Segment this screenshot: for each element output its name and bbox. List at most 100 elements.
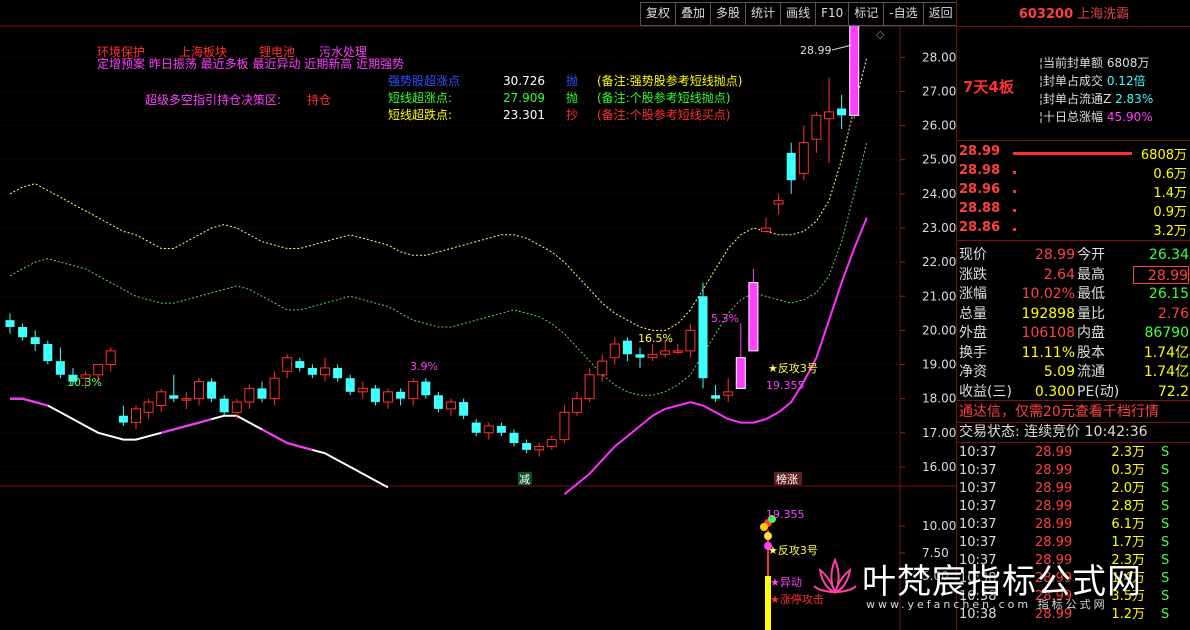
- toolbar-button-4[interactable]: 画线: [781, 3, 817, 25]
- quote-label: 外盘: [959, 325, 987, 341]
- price-axis-label: 17.00: [922, 426, 956, 440]
- candle-body: [597, 360, 608, 376]
- candle-body: [269, 377, 280, 400]
- candle-body: [433, 395, 443, 409]
- stock-name: 上海洗霸: [1077, 7, 1130, 22]
- quote-value: 192898: [1021, 305, 1075, 322]
- status-time: 10:42:36: [1084, 424, 1148, 440]
- signal-row-value: 23.301: [503, 108, 545, 122]
- quote-label: 内盘: [1077, 325, 1105, 341]
- candle-body: [307, 367, 317, 375]
- seal-row: ¦十日总涨幅 45.90%: [1039, 108, 1189, 125]
- candle-body: [584, 374, 595, 400]
- toolbar-button-3[interactable]: 统计: [746, 3, 782, 25]
- stock-code: 603200: [1018, 7, 1074, 22]
- price-axis-label: 24.00: [922, 187, 956, 201]
- tick-side: S: [1161, 517, 1170, 532]
- tick-side: S: [1161, 445, 1170, 460]
- feature-tags: 定增预案 昨日振荡 最近多板 最近异动 近期新高 近期强势: [97, 56, 404, 71]
- candle-body: [698, 296, 708, 379]
- tick-price: 28.99: [1035, 481, 1073, 496]
- candle-body: [333, 367, 343, 379]
- toolbar-button-0[interactable]: 复权: [641, 3, 677, 25]
- candle-body: [811, 114, 822, 140]
- candle-body: [773, 200, 784, 205]
- orderbook-volume: 3.2万: [1153, 224, 1187, 239]
- lotus-logo-icon: [813, 557, 857, 595]
- toolbar-button-6[interactable]: 标记: [849, 3, 885, 25]
- quote-label: 总量: [959, 305, 987, 322]
- quote-value: 86790: [1144, 325, 1189, 341]
- candle-body: [219, 398, 229, 413]
- toolbar-button-8[interactable]: 返回: [924, 3, 958, 25]
- orderbook-price: 28.86: [959, 220, 1001, 235]
- candle-body: [396, 391, 406, 399]
- candle-body: [534, 445, 545, 451]
- signal-row-value: 30.726: [503, 74, 545, 88]
- kline-chart[interactable]: 28.00 27.00 26.00 25.00 24.00 23.00 22.00 21.00…: [0, 0, 956, 630]
- orderbook-price: 28.98: [959, 163, 1001, 178]
- band-lower-line: [10, 397, 389, 489]
- toolbar-button-2[interactable]: 多股: [711, 3, 747, 25]
- candle-body: [609, 343, 620, 359]
- high-price-label: 28.99: [800, 44, 832, 57]
- toolbar-button-5[interactable]: F10: [816, 3, 850, 25]
- candle-body: [748, 282, 759, 352]
- orderbook-row: 28.88 0.9万: [959, 201, 1189, 221]
- pct-label-1: 10.3%: [67, 376, 102, 389]
- candle-body: [786, 152, 796, 181]
- toolbar-button-7[interactable]: -自选: [884, 3, 924, 25]
- quote-table: 现价 28.99 今开 26.34 涨跌 2.64 最高 28.99 涨幅 10.02% 最低 26.…: [957, 244, 1190, 401]
- candle-body: [370, 388, 380, 403]
- quote-value: 28.99: [1034, 247, 1075, 263]
- orderbook-bar: [1013, 190, 1016, 193]
- tick-row: 10:37 28.99 0.3万 S: [957, 462, 1190, 480]
- candle-body: [798, 142, 809, 174]
- price-axis-label: 21.00: [922, 289, 956, 303]
- candle-body: [143, 401, 154, 413]
- quote-label: 流通: [1077, 364, 1105, 380]
- price-axis-label: 20.00: [922, 323, 956, 337]
- candle-body: [194, 381, 204, 400]
- tag-rank: 榜涨: [776, 472, 798, 486]
- orderbook-bar: [1013, 209, 1016, 212]
- orderbook-volume: 6808万: [1140, 148, 1187, 163]
- sub-signal-dot: [760, 523, 768, 531]
- candle-body: [849, 23, 860, 116]
- quote-value: 1.74亿: [1143, 344, 1189, 361]
- pct-label-2: 3.9%: [410, 360, 438, 373]
- fangong-signal: ★反攻3号: [768, 361, 818, 375]
- quote-panel: 603200 上海洗霸 7天4板 ¦当前封单额 6808万 ¦封单占成交 0.12倍…: [956, 0, 1190, 630]
- seal-value: 45.90%: [1106, 110, 1153, 124]
- quote-label: 涨跌: [959, 266, 987, 283]
- candle-body: [169, 395, 179, 399]
- orderbook-bar: [1013, 228, 1016, 231]
- quote-label: 最高: [1077, 266, 1105, 283]
- quote-value: 106108: [1021, 325, 1075, 341]
- candle-body: [685, 329, 696, 352]
- band-lower-accent: [160, 418, 212, 434]
- sub-signal-dot: [764, 532, 772, 540]
- seal-value: 6808万: [1106, 56, 1150, 70]
- stock-title[interactable]: 603200 上海洗霸: [957, 4, 1190, 27]
- signal-row-name: 短线超跌点:: [388, 107, 452, 122]
- seal-value: 2.83%: [1115, 92, 1154, 106]
- watermark: 叶梵宸指标公式网 www.yefanchen.com 指标公式网: [810, 548, 1190, 630]
- promo-tip[interactable]: 通达信，仅需20元查看千档行情: [957, 402, 1190, 423]
- quote-value: 2.76: [1157, 305, 1189, 322]
- candle-body: [711, 395, 721, 399]
- candle-body: [459, 402, 469, 416]
- tick-row: 10:37 28.99 6.1万 S: [957, 516, 1190, 534]
- tick-side: S: [1161, 499, 1170, 514]
- orderbook-volume: 0.6万: [1153, 167, 1187, 182]
- toolbar-button-1[interactable]: 叠加: [676, 3, 712, 25]
- diamond-marker-icon: ◇: [876, 28, 885, 41]
- candle-body: [672, 350, 683, 353]
- candle-body: [421, 381, 431, 396]
- candle-body: [824, 111, 834, 120]
- candle-body: [118, 415, 128, 423]
- seal-label: ¦封单占流通Z: [1039, 92, 1116, 106]
- seal-label: ¦当前封单额: [1039, 56, 1107, 70]
- order-book: 28.99 6808万 28.98 0.6万 28.96 1.4万 28.88 0.9万 28.…: [957, 140, 1190, 241]
- quote-label: 今开: [1077, 247, 1105, 263]
